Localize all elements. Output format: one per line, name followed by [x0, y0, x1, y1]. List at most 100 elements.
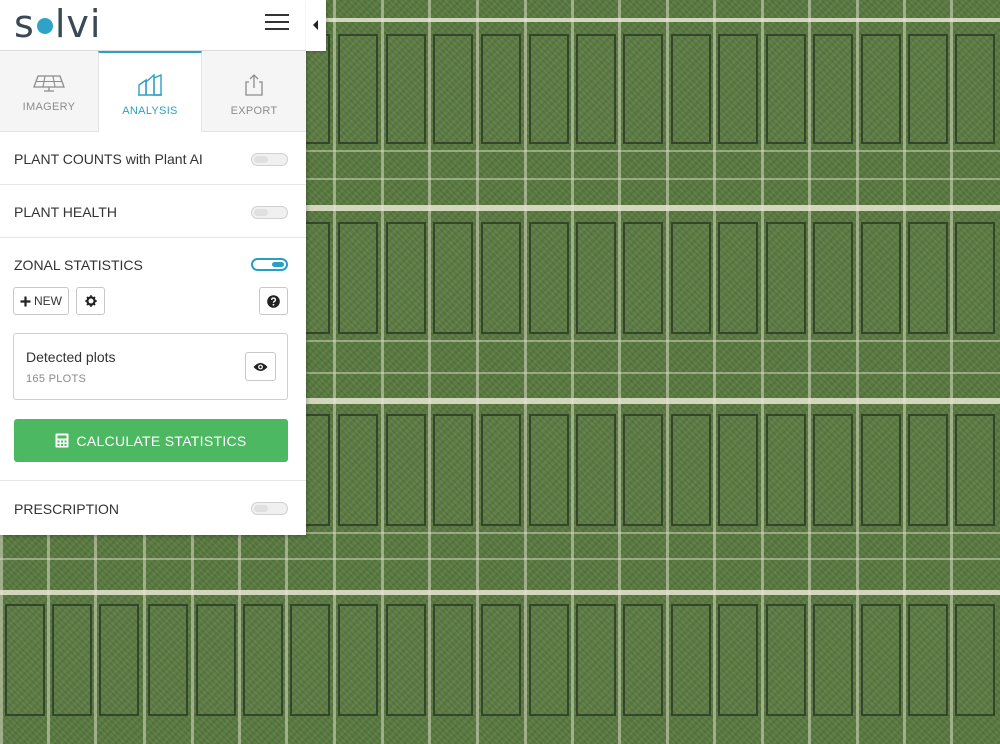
- plot-outline[interactable]: [148, 604, 188, 716]
- settings-button[interactable]: [76, 287, 105, 315]
- plot-outline[interactable]: [955, 414, 995, 526]
- plot-outline[interactable]: [861, 222, 901, 334]
- plot-outline[interactable]: [196, 604, 236, 716]
- plot-outline[interactable]: [766, 604, 806, 716]
- plot-outline[interactable]: [766, 222, 806, 334]
- export-share-icon: [245, 74, 263, 96]
- plot-outline[interactable]: [576, 34, 616, 144]
- plot-outline[interactable]: [813, 222, 853, 334]
- plot-outline[interactable]: [386, 604, 426, 716]
- plot-outline[interactable]: [529, 34, 569, 144]
- plot-outline[interactable]: [481, 222, 521, 334]
- caret-left-icon: [313, 20, 318, 30]
- plot-outline[interactable]: [576, 604, 616, 716]
- plot-outline[interactable]: [861, 414, 901, 526]
- plot-outline[interactable]: [338, 34, 378, 144]
- plot-outline[interactable]: [576, 222, 616, 334]
- plot-outline[interactable]: [481, 414, 521, 526]
- tab-imagery-label: IMAGERY: [22, 101, 76, 113]
- zonal-statistics-toggle[interactable]: [251, 258, 288, 271]
- calculate-statistics-button[interactable]: CALCULATE STATISTICS: [14, 419, 288, 462]
- plot-outline[interactable]: [481, 34, 521, 144]
- plot-outline[interactable]: [433, 222, 473, 334]
- solvi-logo: s lvi: [14, 2, 102, 46]
- tab-export-label: EXPORT: [230, 105, 278, 117]
- plot-outline[interactable]: [623, 222, 663, 334]
- plot-outline[interactable]: [718, 34, 758, 144]
- plot-outline[interactable]: [623, 604, 663, 716]
- plot-outline[interactable]: [671, 222, 711, 334]
- plot-outline[interactable]: [290, 604, 330, 716]
- plant-health-label: PLANT HEALTH: [14, 204, 117, 220]
- solar-grid-icon: [33, 75, 65, 92]
- plant-health-section: PLANT HEALTH: [0, 185, 306, 238]
- plot-outline[interactable]: [576, 414, 616, 526]
- plot-outline[interactable]: [955, 604, 995, 716]
- plot-outline[interactable]: [718, 222, 758, 334]
- gear-icon: [84, 295, 97, 307]
- plot-outline[interactable]: [338, 414, 378, 526]
- plant-counts-label: PLANT COUNTS with Plant AI: [14, 151, 203, 167]
- collapse-panel-button[interactable]: [306, 0, 326, 51]
- analysis-chart-icon: [138, 73, 162, 96]
- plot-outline[interactable]: [955, 222, 995, 334]
- plot-outline[interactable]: [671, 34, 711, 144]
- prescription-label: PRESCRIPTION: [14, 501, 120, 517]
- tab-imagery[interactable]: IMAGERY: [0, 51, 98, 132]
- plot-outline[interactable]: [433, 414, 473, 526]
- plot-outline[interactable]: [52, 604, 92, 716]
- plot-outline[interactable]: [813, 604, 853, 716]
- question-circle-icon: [267, 294, 280, 308]
- prescription-section: PRESCRIPTION: [0, 481, 306, 534]
- plot-outline[interactable]: [5, 604, 45, 716]
- detected-plots-title: Detected plots: [26, 349, 116, 365]
- plot-outline[interactable]: [861, 34, 901, 144]
- plot-outline[interactable]: [955, 34, 995, 144]
- plot-outline[interactable]: [386, 222, 426, 334]
- new-zone-button[interactable]: NEW: [13, 287, 69, 315]
- plot-outline[interactable]: [433, 604, 473, 716]
- plot-outline[interactable]: [813, 34, 853, 144]
- zonal-statistics-label: ZONAL STATISTICS: [14, 257, 143, 273]
- plot-outline[interactable]: [908, 414, 948, 526]
- plot-outline[interactable]: [671, 414, 711, 526]
- toggle-visibility-button[interactable]: [245, 352, 276, 381]
- plot-outline[interactable]: [433, 34, 473, 144]
- plot-outline[interactable]: [481, 604, 521, 716]
- plant-counts-toggle[interactable]: [251, 153, 288, 166]
- tab-analysis[interactable]: ANALYSIS: [98, 51, 202, 132]
- plot-outline[interactable]: [671, 604, 711, 716]
- calculate-statistics-label: CALCULATE STATISTICS: [76, 432, 247, 449]
- plot-outline[interactable]: [908, 604, 948, 716]
- plant-health-toggle[interactable]: [251, 206, 288, 219]
- plot-outline[interactable]: [338, 604, 378, 716]
- panel-tabs: IMAGERY ANALYSIS EXPORT: [0, 51, 306, 132]
- plot-outline[interactable]: [623, 34, 663, 144]
- plot-outline[interactable]: [529, 414, 569, 526]
- plot-outline[interactable]: [908, 34, 948, 144]
- plot-outline[interactable]: [861, 604, 901, 716]
- plot-outline[interactable]: [813, 414, 853, 526]
- plot-outline[interactable]: [766, 414, 806, 526]
- help-button[interactable]: [259, 287, 288, 315]
- plot-outline[interactable]: [908, 222, 948, 334]
- plot-outline[interactable]: [529, 604, 569, 716]
- plot-outline[interactable]: [529, 222, 569, 334]
- tab-export[interactable]: EXPORT: [202, 51, 306, 132]
- plot-outline[interactable]: [99, 604, 139, 716]
- field-path: [0, 590, 1000, 595]
- plot-outline[interactable]: [386, 414, 426, 526]
- plot-outline[interactable]: [766, 34, 806, 144]
- plot-outline[interactable]: [243, 604, 283, 716]
- plot-outline[interactable]: [718, 414, 758, 526]
- plot-outline[interactable]: [338, 222, 378, 334]
- analysis-panel: s lvi IMAGERY ANALYSIS EXPORT PLANT COUN…: [0, 0, 306, 535]
- plant-counts-section: PLANT COUNTS with Plant AI: [0, 132, 306, 185]
- plot-outline[interactable]: [386, 34, 426, 144]
- detected-plots-count: 165 PLOTS: [26, 373, 87, 385]
- hamburger-menu-icon[interactable]: [265, 14, 289, 34]
- prescription-toggle[interactable]: [251, 502, 288, 515]
- zonal-statistics-section: ZONAL STATISTICS NEW Detected plots 165 …: [0, 238, 306, 481]
- plot-outline[interactable]: [623, 414, 663, 526]
- plot-outline[interactable]: [718, 604, 758, 716]
